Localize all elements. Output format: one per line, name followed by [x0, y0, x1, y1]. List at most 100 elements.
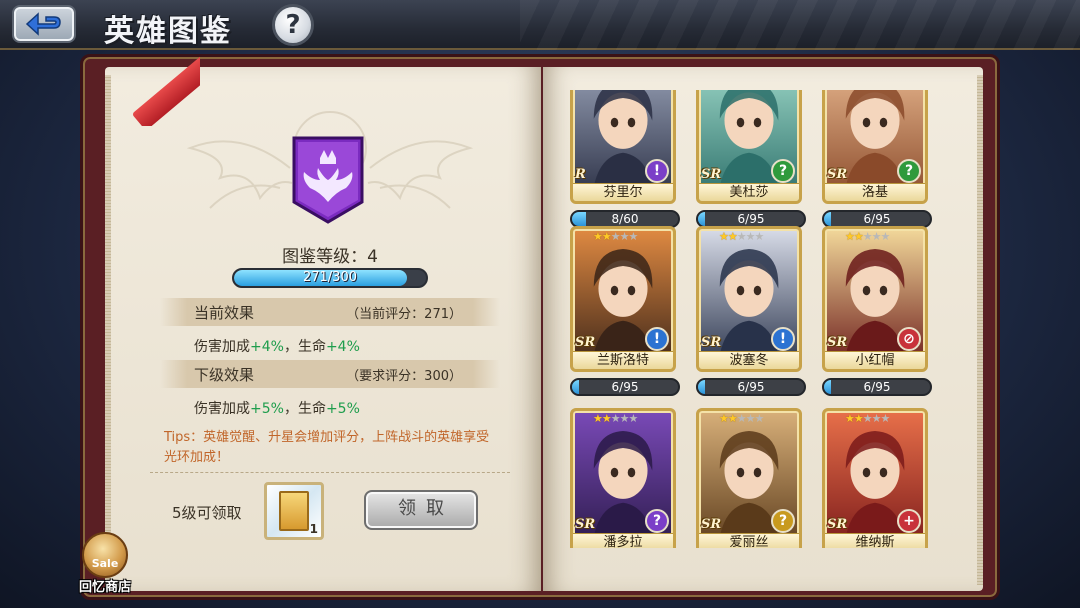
current-effect-band: 当前效果 （当前评分：271）: [160, 298, 500, 326]
star-icon: ★: [880, 412, 891, 425]
hero-name: 洛基: [825, 183, 925, 201]
star-icon: ★: [719, 230, 729, 243]
next-score-note: （要求评分：300）: [346, 369, 462, 384]
shard-progress-bar: 6/95: [570, 378, 680, 396]
hero-portrait[interactable]: R! 芬里尔: [570, 90, 676, 204]
star-icon: ★: [845, 230, 855, 243]
element-icon: ?: [897, 159, 921, 183]
memory-shop-label: 回忆商店: [78, 580, 131, 595]
hero-card-slot[interactable]: ★★★★★ SR ⊘ 小红帽 6/95: [822, 226, 932, 396]
hero-portrait[interactable]: ★★★★★ SR? 爱丽丝: [696, 408, 802, 548]
star-icon: ★: [601, 230, 612, 243]
hero-card-slot[interactable]: SR? 洛基 6/95: [822, 90, 932, 228]
hp-label: ，生命: [283, 401, 326, 417]
hero-card-slot[interactable]: ★★★★★ SR? 潘多拉: [570, 408, 680, 548]
star-rating: ★★★★★: [719, 230, 765, 243]
element-icon: ?: [771, 509, 795, 533]
star-icon: ★: [619, 230, 630, 243]
damage-label: 伤害加成: [194, 401, 250, 417]
page-title: 英雄图鉴: [104, 14, 232, 49]
hero-portrait[interactable]: ★★★★★ SR + 维纳斯: [822, 408, 928, 548]
shard-count: 6/95: [611, 380, 639, 394]
hero-name: 潘多拉: [573, 533, 673, 548]
next-effect-text: 伤害加成+5%，生命+5%: [194, 398, 360, 418]
star-icon: ★: [745, 412, 756, 425]
element-icon: ⊘: [897, 327, 921, 351]
element-icon: !: [645, 327, 669, 351]
damage-bonus: +5%: [250, 401, 284, 417]
current-score-note: （当前评分：271）: [346, 307, 462, 322]
element-icon: !: [645, 159, 669, 183]
star-icon: ★: [845, 412, 855, 425]
star-icon: ★: [610, 230, 621, 243]
star-rating: ★★★★★: [593, 230, 639, 243]
hero-portrait[interactable]: ★★★★★ SR! 兰斯洛特: [570, 226, 676, 372]
reward-item[interactable]: 1: [264, 482, 324, 540]
album-progress-bar: 271/300: [232, 268, 428, 288]
star-rating: ★★★★★: [719, 412, 765, 425]
hero-portrait[interactable]: ★★★★★ SR ⊘ 小红帽: [822, 226, 928, 372]
album-emblem-icon: [292, 136, 364, 224]
next-effect-title: 下级效果: [194, 366, 255, 384]
star-icon: ★: [871, 412, 882, 425]
current-effect-title: 当前效果: [194, 304, 255, 322]
star-icon: ★: [727, 412, 738, 425]
hero-name: 波塞冬: [699, 351, 799, 369]
element-icon: !: [771, 327, 795, 351]
help-button[interactable]: ?: [272, 4, 314, 46]
hero-card-slot[interactable]: R! 芬里尔 8/60: [570, 90, 680, 228]
hp-label: ，生命: [283, 339, 326, 355]
shard-count: 8/60: [611, 212, 639, 226]
star-icon: ★: [719, 412, 729, 425]
shard-count: 6/95: [863, 212, 891, 226]
back-button[interactable]: [12, 5, 76, 43]
claim-button[interactable]: 领取: [364, 490, 478, 530]
hero-portrait[interactable]: SR? 美杜莎: [696, 90, 802, 204]
star-icon: ★: [736, 230, 747, 243]
page-edge: [977, 75, 983, 585]
next-effect-band: 下级效果 （要求评分：300）: [160, 360, 500, 388]
star-icon: ★: [754, 230, 765, 243]
star-icon: ★: [619, 412, 630, 425]
star-icon: ★: [593, 412, 603, 425]
hp-bonus: +5%: [325, 401, 360, 417]
hp-bonus: +4%: [325, 339, 360, 355]
star-icon: ★: [871, 230, 882, 243]
back-arrow-icon: [25, 12, 61, 36]
star-icon: ★: [880, 230, 891, 243]
hero-name: 小红帽: [825, 351, 925, 369]
hero-card-slot[interactable]: ★★★★★ SR? 爱丽丝: [696, 408, 806, 548]
hero-card-slot[interactable]: SR? 美杜莎 6/95: [696, 90, 806, 228]
hero-card-slot[interactable]: ★★★★★ SR + 维纳斯: [822, 408, 932, 548]
hero-portrait[interactable]: SR? 洛基: [822, 90, 928, 204]
element-icon: ?: [771, 159, 795, 183]
hero-portrait[interactable]: ★★★★★ SR? 潘多拉: [570, 408, 676, 548]
hero-name: 美杜莎: [699, 183, 799, 201]
hero-name: 爱丽丝: [699, 533, 799, 548]
hero-card-slot[interactable]: ★★★★★ SR! 波塞冬 6/95: [696, 226, 806, 396]
star-icon: ★: [862, 412, 873, 425]
star-rating: ★★★★★: [593, 412, 638, 425]
hero-card-slot[interactable]: ★★★★★ SR! 兰斯洛特 6/95: [570, 226, 680, 396]
reward-card-icon: [279, 491, 309, 531]
hero-portrait[interactable]: ★★★★★ SR! 波塞冬: [696, 226, 802, 372]
shard-count: 6/95: [863, 380, 891, 394]
shard-progress-bar: 6/95: [822, 378, 932, 396]
page-edge: [105, 75, 111, 585]
divider: [150, 472, 510, 473]
star-icon: ★: [754, 412, 765, 425]
memory-shop-button[interactable]: Sale 回忆商店: [74, 532, 136, 608]
star-icon: ★: [862, 230, 873, 243]
shard-progress-bar: 6/95: [696, 378, 806, 396]
hero-name: 兰斯洛特: [573, 351, 673, 369]
star-icon: ★: [736, 412, 747, 425]
star-icon: ★: [628, 230, 639, 243]
damage-label: 伤害加成: [194, 339, 250, 355]
hero-name: 维纳斯: [825, 533, 925, 548]
hero-grid[interactable]: R! 芬里尔 8/60 SR? 美杜莎 6/95 SR? 洛基 6/95 ★★★★★ SR! 兰斯洛特…: [548, 90, 948, 548]
star-icon: ★: [601, 412, 612, 425]
shard-count: 6/95: [737, 212, 765, 226]
star-icon: ★: [610, 412, 621, 425]
reward-requirement: 5级可领取: [172, 504, 242, 522]
tips-text: Tips：英雄觉醒、升星会增加评分，上阵战斗的英雄享受光环加成！: [164, 430, 490, 465]
